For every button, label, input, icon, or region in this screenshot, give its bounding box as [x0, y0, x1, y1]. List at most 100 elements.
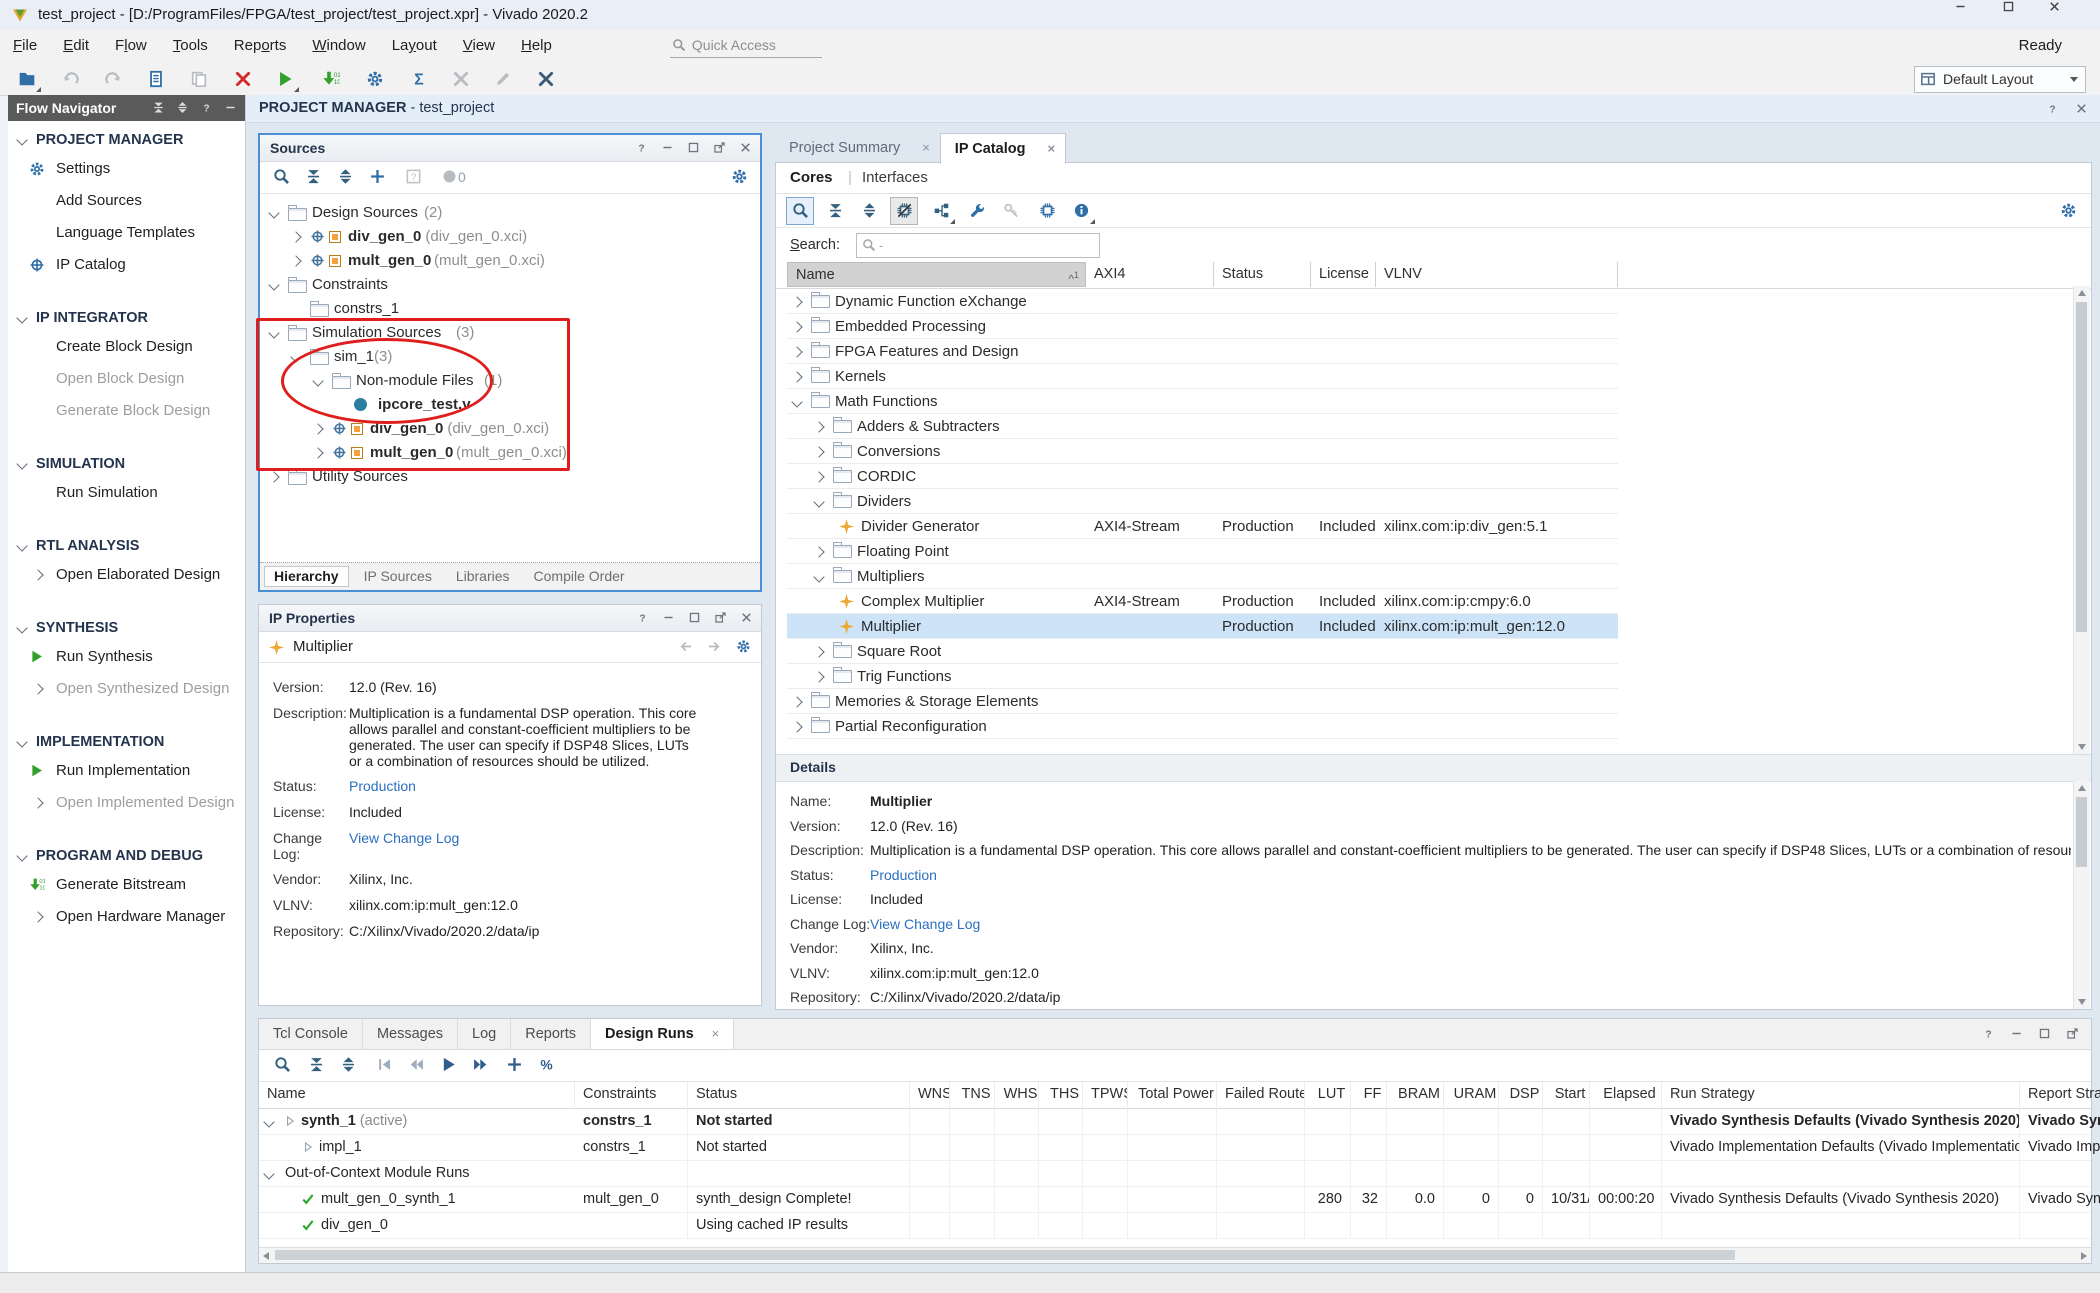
chevron-right-icon[interactable]: [813, 546, 824, 557]
property-value[interactable]: View Change Log: [349, 830, 699, 846]
settings-icon[interactable]: [362, 66, 388, 92]
runs-column-failed-routes[interactable]: Failed Routes: [1217, 1082, 1305, 1107]
copy-icon[interactable]: [186, 66, 212, 92]
property-value[interactable]: View Change Log: [870, 916, 980, 932]
chevron-down-icon[interactable]: [268, 279, 279, 290]
settings-gear-icon[interactable]: [726, 164, 752, 190]
close-button[interactable]: [2048, 0, 2094, 29]
catalog-row-cordic[interactable]: CORDIC: [776, 464, 2091, 489]
runs-column-tpws[interactable]: TPWS: [1083, 1082, 1128, 1107]
flownav-item-open-block-design[interactable]: Open Block Design: [8, 363, 245, 395]
design-run-row-out-of-context-module-runs[interactable]: Out-of-Context Module Runs: [259, 1161, 2091, 1187]
chevron-down-icon[interactable]: [290, 351, 301, 362]
tab-cores[interactable]: Cores: [790, 163, 833, 193]
scroll-up-icon[interactable]: [2078, 290, 2086, 296]
expand-all-icon[interactable]: [332, 164, 358, 190]
edit-icon[interactable]: [490, 66, 516, 92]
chevron-down-icon[interactable]: [263, 1168, 274, 1179]
back-icon[interactable]: [678, 639, 693, 654]
maximize-icon[interactable]: [2038, 1027, 2051, 1040]
runs-column-report-strategy[interactable]: Report Strategy: [2020, 1082, 2100, 1107]
catalog-row-multipliers[interactable]: Multipliers: [776, 564, 2091, 589]
tree-item-design-sources[interactable]: Design Sources (2): [260, 201, 760, 225]
runs-column-wns[interactable]: WNS: [910, 1082, 950, 1107]
menu-tools[interactable]: Tools: [160, 30, 221, 62]
float-icon[interactable]: [713, 141, 726, 154]
collapse-all-icon[interactable]: [822, 198, 848, 224]
scroll-down-icon[interactable]: [2078, 744, 2086, 750]
scroll-up-icon[interactable]: [2078, 785, 2086, 791]
chevron-right-icon[interactable]: [312, 423, 323, 434]
chevron-right-icon[interactable]: [791, 321, 802, 332]
add-ip-icon[interactable]: [928, 198, 954, 224]
column-header-license[interactable]: License: [1311, 262, 1376, 287]
tab-log[interactable]: Log: [458, 1019, 511, 1049]
tree-item-mult-gen-0[interactable]: mult_gen_0 (mult_gen_0.xci): [260, 249, 760, 273]
menu-reports[interactable]: Reports: [221, 30, 300, 62]
runs-column-constraints[interactable]: Constraints: [575, 1082, 688, 1107]
flownav-item-run-simulation[interactable]: Run Simulation: [8, 477, 245, 509]
chevron-down-icon[interactable]: [312, 375, 323, 386]
catalog-row-memories-storage-elements[interactable]: Memories & Storage Elements: [776, 689, 2091, 714]
maximize-button[interactable]: [2002, 0, 2048, 29]
catalog-row-square-root[interactable]: Square Root: [776, 639, 2091, 664]
details-scrollbar[interactable]: [2073, 781, 2090, 1009]
report-document-icon[interactable]: [143, 66, 169, 92]
sum-icon[interactable]: Σ: [406, 66, 432, 92]
runs-column-dsp[interactable]: DSP: [1499, 1082, 1543, 1107]
catalog-row-embedded-processing[interactable]: Embedded Processing: [776, 314, 2091, 339]
tab-interfaces[interactable]: Interfaces: [862, 163, 928, 193]
maximize-icon[interactable]: [687, 141, 700, 154]
help-icon[interactable]: ?: [635, 141, 648, 154]
catalog-row-dividers[interactable]: Dividers: [776, 489, 2091, 514]
menu-help[interactable]: Help: [508, 30, 565, 62]
settings-gear-icon[interactable]: [736, 639, 751, 654]
runs-column-lut[interactable]: LUT: [1305, 1082, 1351, 1107]
step-first-icon[interactable]: [371, 1052, 397, 1078]
catalog-scrollbar[interactable]: [2073, 286, 2090, 754]
flownav-item-settings[interactable]: Settings: [8, 153, 245, 185]
scroll-thumb[interactable]: [275, 1250, 1735, 1260]
fast-forward-icon[interactable]: [467, 1052, 493, 1078]
chevron-right-icon[interactable]: [813, 446, 824, 457]
info-icon[interactable]: [1068, 198, 1094, 224]
help-icon[interactable]: ?: [1982, 1027, 1995, 1040]
flownav-item-generate-bitstream[interactable]: 0110Generate Bitstream: [8, 869, 245, 901]
minimize-button[interactable]: [1954, 0, 2000, 29]
flownav-item-open-synthesized-design[interactable]: Open Synthesized Design: [8, 673, 245, 705]
runs-column-tns[interactable]: TNS: [950, 1082, 995, 1107]
runs-column-run-strategy[interactable]: Run Strategy: [1662, 1082, 2020, 1107]
help-icon[interactable]: ?: [636, 611, 649, 624]
runs-column-bram[interactable]: BRAM: [1387, 1082, 1444, 1107]
flownav-item-open-elaborated-design[interactable]: Open Elaborated Design: [8, 559, 245, 591]
chevron-right-icon[interactable]: [268, 471, 279, 482]
scroll-thumb[interactable]: [2076, 797, 2087, 867]
flownav-item-open-implemented-design[interactable]: Open Implemented Design: [8, 787, 245, 819]
chevron-down-icon[interactable]: [263, 1116, 274, 1127]
tree-item-utility-sources[interactable]: Utility Sources: [260, 465, 760, 489]
minimize-icon[interactable]: [2010, 1027, 2023, 1040]
runs-column-total-power[interactable]: Total Power: [1128, 1082, 1217, 1107]
license-key-icon[interactable]: [998, 198, 1024, 224]
runs-column-status[interactable]: Status: [688, 1082, 910, 1107]
catalog-row-dynamic-function-exchange[interactable]: Dynamic Function eXchange: [776, 289, 2091, 314]
hide-incompatible-icon[interactable]: [890, 197, 918, 225]
chevron-right-icon[interactable]: [312, 447, 323, 458]
flownav-item-language-templates[interactable]: Language Templates: [8, 217, 245, 249]
catalog-row-kernels[interactable]: Kernels: [776, 364, 2091, 389]
tab-design-runs[interactable]: Design Runs×: [591, 1019, 734, 1049]
add-sources-icon[interactable]: [364, 164, 390, 190]
tab-tcl-console[interactable]: Tcl Console: [259, 1019, 363, 1049]
horizontal-scrollbar[interactable]: [259, 1247, 2091, 1263]
tab-messages[interactable]: Messages: [363, 1019, 458, 1049]
flownav-section-title[interactable]: PROJECT MANAGER: [8, 127, 245, 153]
column-header-axi4[interactable]: AXI4: [1086, 262, 1214, 287]
help-box-icon[interactable]: ?: [400, 164, 426, 190]
runs-column-ff[interactable]: FF: [1351, 1082, 1387, 1107]
chevron-right-icon[interactable]: [813, 471, 824, 482]
runs-column-ths[interactable]: THS: [1039, 1082, 1083, 1107]
menu-file[interactable]: File: [0, 30, 50, 62]
tab-reports[interactable]: Reports: [511, 1019, 591, 1049]
scroll-thumb[interactable]: [2076, 302, 2087, 632]
design-run-row-synth-1[interactable]: synth_1 (active)constrs_1Not startedViva…: [259, 1109, 2091, 1135]
